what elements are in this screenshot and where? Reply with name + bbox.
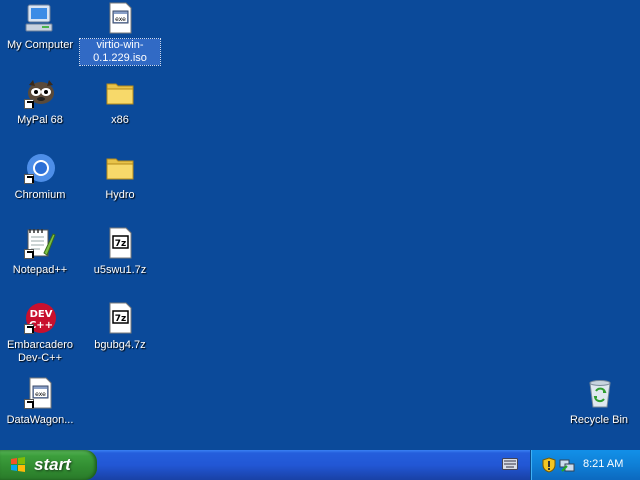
- windows-logo-icon: [11, 457, 25, 472]
- desktop: My Computer exe virtio-win-0.1.229.iso M…: [0, 0, 640, 450]
- desktop-icon-dev-cpp[interactable]: DEV C++ Embarcadero Dev-C++: [0, 302, 80, 366]
- start-button[interactable]: start: [0, 450, 97, 480]
- desktop-icon-label: Embarcadero Dev-C++: [6, 339, 74, 364]
- network-icon[interactable]: [559, 457, 575, 473]
- system-tray: 8:21 AM: [530, 450, 640, 480]
- desktop-icon-datawagon[interactable]: exe DataWagon...: [0, 377, 80, 428]
- desktop-icon-notepad-plus-plus[interactable]: Notepad++: [0, 227, 80, 278]
- svg-text:exe: exe: [35, 391, 46, 398]
- desktop-icon-virtio-iso[interactable]: exe virtio-win-0.1.229.iso: [79, 2, 161, 66]
- desktop-icon-label: Hydro: [105, 189, 135, 201]
- clock[interactable]: 8:21 AM: [583, 458, 623, 470]
- desktop-icon-my-computer[interactable]: My Computer: [0, 2, 80, 53]
- shortcut-arrow-icon: [24, 324, 34, 334]
- desktop-icon-label: virtio-win-0.1.229.iso: [79, 38, 161, 66]
- desktop-icon-hydro[interactable]: Hydro: [80, 152, 160, 203]
- desktop-icon-label: My Computer: [6, 39, 74, 51]
- shortcut-arrow-icon: [24, 99, 34, 109]
- svg-text:7z: 7z: [115, 314, 127, 324]
- mypal-icon: [24, 77, 56, 109]
- desktop-icon-label: Chromium: [14, 189, 66, 201]
- shortcut-arrow-icon: [24, 399, 34, 409]
- start-label: start: [34, 455, 71, 474]
- folder-icon: [104, 77, 136, 109]
- desktop-icon-label: Notepad++: [12, 264, 68, 276]
- desktop-icon-chromium[interactable]: Chromium: [0, 152, 80, 203]
- recycle-bin-icon: [583, 377, 615, 409]
- notepad-plus-plus-icon: [24, 227, 56, 259]
- shortcut-arrow-icon: [24, 249, 34, 259]
- taskbar: start 8:21 AM: [0, 450, 640, 480]
- desktop-icon-x86[interactable]: x86: [80, 77, 160, 128]
- chromium-icon: [24, 152, 56, 184]
- desktop-icon-label: u5swu1.7z: [93, 264, 147, 276]
- desktop-icon-recycle-bin[interactable]: Recycle Bin: [559, 377, 639, 428]
- desktop-icon-label: DataWagon...: [6, 414, 74, 426]
- desktop-icon-mypal[interactable]: MyPal 68: [0, 77, 80, 128]
- desktop-icon-label: Recycle Bin: [569, 414, 629, 426]
- svg-text:exe: exe: [115, 16, 126, 23]
- folder-icon: [104, 152, 136, 184]
- desktop-icon-label: bgubg4.7z: [94, 339, 146, 351]
- desktop-icon-bgubg4-7z[interactable]: 7z bgubg4.7z: [80, 302, 160, 353]
- keyboard-language-icon[interactable]: [502, 458, 518, 470]
- svg-text:7z: 7z: [115, 239, 127, 249]
- desktop-icon-u5swu1-7z[interactable]: 7z u5swu1.7z: [80, 227, 160, 278]
- 7z-file-icon: 7z: [104, 302, 136, 334]
- iso-file-icon: exe: [104, 2, 136, 34]
- svg-text:DEV: DEV: [30, 309, 53, 320]
- security-shield-icon[interactable]: [541, 457, 557, 473]
- shortcut-arrow-icon: [24, 174, 34, 184]
- datawagon-icon: exe: [24, 377, 56, 409]
- my-computer-icon: [24, 2, 56, 34]
- 7z-file-icon: 7z: [104, 227, 136, 259]
- dev-cpp-icon: DEV C++: [24, 302, 56, 334]
- desktop-icon-label: x86: [111, 114, 129, 126]
- desktop-icon-label: MyPal 68: [17, 114, 63, 126]
